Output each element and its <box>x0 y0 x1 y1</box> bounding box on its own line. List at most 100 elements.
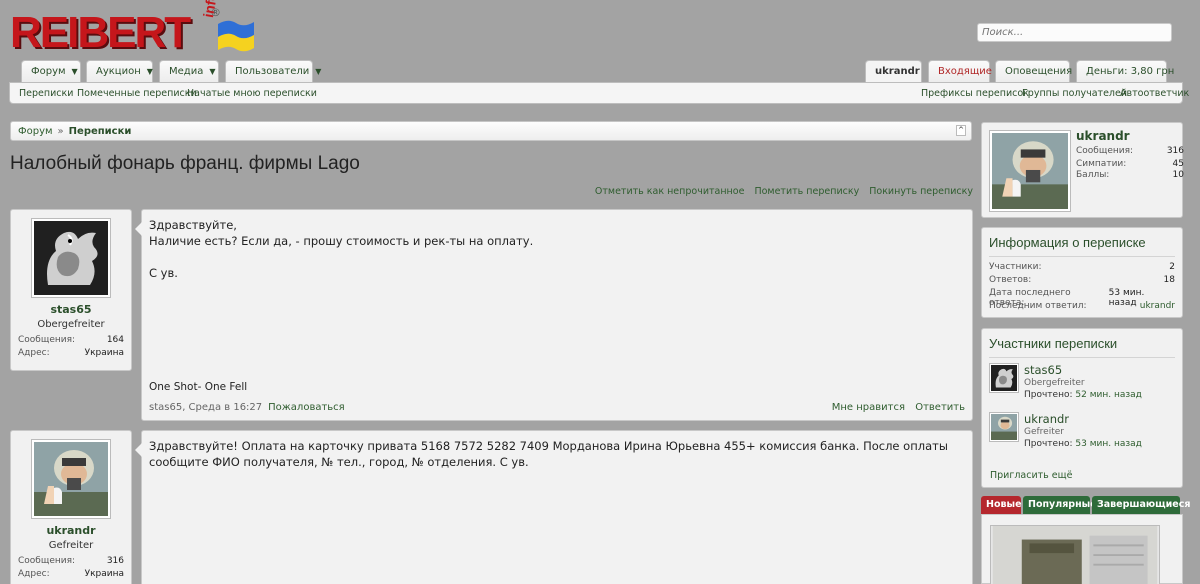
tab-label: Пользователи <box>235 66 310 77</box>
search-input[interactable] <box>977 23 1172 42</box>
user-title: Obergefreiter <box>37 319 105 330</box>
tab-money[interactable]: Деньги: 3,80 грн <box>1076 60 1174 83</box>
tab-label: Форум <box>31 66 66 77</box>
avatar[interactable] <box>989 412 1019 442</box>
breadcrumb-separator: » <box>57 126 64 137</box>
user-name[interactable]: stas65 <box>11 303 131 316</box>
tab-ending-lots[interactable]: Завершающиеся <box>1092 496 1190 514</box>
tab-media[interactable]: Медиа ▼ <box>159 60 219 83</box>
subnav-started-conversations[interactable]: Начатые мною переписки <box>187 88 317 99</box>
avatar[interactable] <box>31 218 111 298</box>
tab-users[interactable]: Пользователи ▼ <box>225 60 321 83</box>
subnav-conversation-prefixes[interactable]: Префиксы переписок <box>921 88 1029 99</box>
tab-label: Медиа <box>169 66 204 77</box>
invite-more-link[interactable]: Пригласить ещё <box>981 466 1183 488</box>
extra-value: Украина <box>84 348 124 358</box>
participants-heading: Участники переписки <box>989 336 1175 358</box>
chevron-down-icon: ▼ <box>71 67 78 76</box>
breadcrumb-current[interactable]: Переписки <box>69 126 132 137</box>
participant-name[interactable]: stas65 <box>1024 363 1062 377</box>
message-user-info: stas65 Obergefreiter Сообщения: 164 Адрес… <box>10 209 132 371</box>
message-arrow <box>135 443 142 457</box>
info-value: 2 <box>1169 262 1175 272</box>
user-extra-info: Сообщения: 316 Адрес: Украина <box>18 556 124 582</box>
participant-title: Gefreiter <box>1024 427 1064 437</box>
read-label: Прочтено: <box>1024 390 1073 400</box>
pilot-avatar-icon <box>991 414 1017 440</box>
participant-title: Obergefreiter <box>1024 378 1085 388</box>
breadcrumb: Форум » Переписки ^ <box>10 121 972 141</box>
logo-text: REIBERT <box>10 8 191 57</box>
participant-read: Прочтено: 53 мин. назад <box>1024 439 1142 449</box>
tab-forum[interactable]: Форум ▼ <box>21 60 81 83</box>
message-line: Наличие есть? Если да, - прошу стоимость… <box>149 234 534 248</box>
tab-label: Аукцион <box>96 66 141 77</box>
sub-navigation: Переписки Помеченные переписки Начатые м… <box>9 82 1189 104</box>
reply-link[interactable]: Ответить <box>915 402 965 413</box>
jump-to-top-icon[interactable]: ^ <box>956 125 966 136</box>
subnav-autoresponder[interactable]: Автоответчик <box>1120 88 1189 99</box>
info-value: 53 мин. назад <box>1108 288 1145 308</box>
star-conversation-link[interactable]: Пометить переписку <box>754 186 859 197</box>
stat-value: 316 <box>1166 146 1184 156</box>
message-signature: One Shot- One Fell <box>149 381 248 393</box>
tab-alerts[interactable]: Оповещения <box>995 60 1072 83</box>
info-key: Последним ответил: <box>989 301 1087 311</box>
message-line: Здравствуйте, <box>149 218 237 232</box>
info-key: Ответов: <box>989 275 1032 285</box>
stat-key: Сообщения: <box>1076 146 1134 156</box>
conversation-info-rows: Участники: 2 Ответов: 18 Дата последнего о… <box>989 262 1175 314</box>
user-title: Gefreiter <box>48 540 94 551</box>
last-reply-user-link[interactable]: ukrandr <box>1140 301 1175 314</box>
tab-auction[interactable]: Аукцион ▼ <box>86 60 153 83</box>
griffin-avatar-icon <box>34 221 108 295</box>
avatar[interactable] <box>989 363 1019 393</box>
participant-read: Прочтено: 52 мин. назад <box>1024 390 1142 400</box>
user-extra-info: Сообщения: 164 Адрес: Украина <box>18 335 124 361</box>
visitor-panel: ukrandr Сообщения: 316 Симпатии: 45 Баллы:… <box>981 122 1184 218</box>
participant-item: ukrandr Gefreiter Прочтено: 53 мин. наза… <box>989 412 1175 456</box>
profile-stats: Сообщения: 316 Симпатии: 45 Баллы: 10 <box>1076 146 1184 183</box>
leave-conversation-link[interactable]: Покинуть переписку <box>869 186 973 197</box>
breadcrumb-home[interactable]: Форум <box>18 126 53 137</box>
avatar[interactable] <box>989 130 1071 212</box>
extra-key: Адрес: <box>18 569 50 579</box>
read-time[interactable]: 53 мин. назад <box>1075 439 1141 449</box>
participant-name[interactable]: ukrandr <box>1024 412 1069 426</box>
read-time[interactable]: 52 мин. назад <box>1075 390 1141 400</box>
tab-popular-lots[interactable]: Популярные <box>1023 496 1097 514</box>
participant-item: stas65 Obergefreiter Прочтено: 52 мин. н… <box>989 363 1175 407</box>
read-label: Прочтено: <box>1024 439 1073 449</box>
message-text: Здравствуйте, Наличие есть? Если да, - п… <box>149 217 957 281</box>
subnav-recipient-groups[interactable]: Группы получателей <box>1022 88 1127 99</box>
lot-photo-icon <box>992 526 1158 584</box>
like-link[interactable]: Мне нравится <box>832 402 905 413</box>
mark-unread-link[interactable]: Отметить как непрочитанное <box>595 186 745 197</box>
page-title: Налобный фонарь франц. фирмы Lago <box>10 153 360 174</box>
message-meta: stas65, Среда в 16:27 Пожаловаться <box>149 402 345 413</box>
chevron-down-icon: ▼ <box>315 67 322 76</box>
subnav-marked-conversations[interactable]: Помеченные переписки <box>77 88 197 99</box>
message-user-info: ukrandr Gefreiter Сообщения: 316 Адрес: Ук… <box>10 430 132 584</box>
profile-name[interactable]: ukrandr <box>1076 129 1130 143</box>
message-line: С ув. <box>149 266 178 280</box>
message-line <box>149 249 957 265</box>
avatar[interactable] <box>31 439 111 519</box>
report-link[interactable]: Пожаловаться <box>268 402 345 413</box>
message-line: Здравствуйте! Оплата на карточку привата… <box>149 439 948 469</box>
chevron-down-icon: ▼ <box>209 67 216 76</box>
stat-value: 10 <box>1172 170 1184 180</box>
extra-key: Адрес: <box>18 348 50 358</box>
stat-key: Баллы: <box>1076 170 1110 180</box>
tab-inbox[interactable]: Входящие <box>928 60 992 83</box>
site-logo[interactable]: REIBERT ® info <box>10 0 254 57</box>
tab-new-lots[interactable]: Новые <box>981 496 1022 514</box>
subnav-conversations[interactable]: Переписки <box>19 88 73 99</box>
lot-image[interactable] <box>990 525 1160 584</box>
message-author-date[interactable]: stas65, Среда в 16:27 <box>149 402 262 413</box>
auction-lot-panel <box>981 514 1183 584</box>
extra-key: Сообщения: <box>18 335 76 345</box>
user-name[interactable]: ukrandr <box>11 524 131 537</box>
ukraine-flag-icon <box>218 20 254 52</box>
tab-user-account[interactable]: ukrandr <box>865 60 922 84</box>
